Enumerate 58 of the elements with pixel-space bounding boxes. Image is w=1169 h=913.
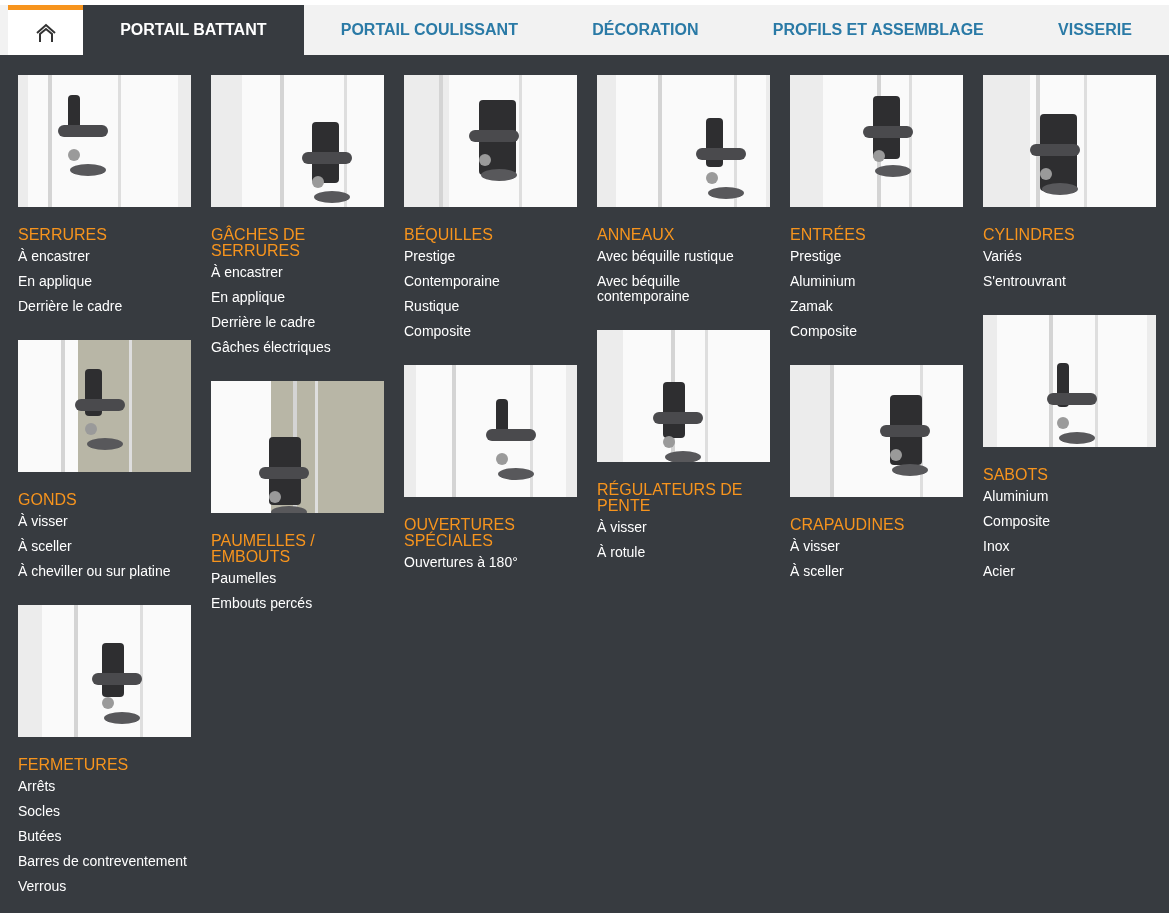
subcategory-link[interactable]: À visser bbox=[790, 539, 963, 554]
category-title[interactable]: BÉQUILLES bbox=[404, 227, 577, 243]
nav-tab[interactable]: PORTAIL COULISSANT bbox=[303, 5, 556, 55]
subcategory-link[interactable]: À encastrer bbox=[211, 265, 384, 280]
subcategory-link[interactable]: Barres de contreventement bbox=[18, 854, 191, 869]
category-title[interactable]: OUVERTURES SPÉCIALES bbox=[404, 517, 577, 549]
subcategory-link[interactable]: À encastrer bbox=[18, 249, 191, 264]
subcategory-link[interactable]: Composite bbox=[404, 324, 577, 339]
nav-tab[interactable]: VISSERIE bbox=[1020, 5, 1169, 55]
category-title[interactable]: ENTRÉES bbox=[790, 227, 963, 243]
category-title[interactable]: CRAPAUDINES bbox=[790, 517, 963, 533]
subcategory-link[interactable]: Arrêts bbox=[18, 779, 191, 794]
category-title[interactable]: GONDS bbox=[18, 492, 191, 508]
subcategory-link[interactable]: À visser bbox=[18, 514, 191, 529]
category-title[interactable]: GÂCHES DE SERRURES bbox=[211, 227, 384, 259]
subcategory-link[interactable]: Derrière le cadre bbox=[211, 315, 384, 330]
subcategory-link[interactable]: Socles bbox=[18, 804, 191, 819]
category-title[interactable]: SABOTS bbox=[983, 467, 1156, 483]
nav-tab[interactable]: PORTAIL BATTANT bbox=[83, 5, 304, 55]
subcategory-link[interactable]: En applique bbox=[18, 274, 191, 289]
home-icon bbox=[34, 22, 57, 45]
subcategory-link[interactable]: Zamak bbox=[790, 299, 963, 314]
home-tab[interactable] bbox=[8, 5, 83, 55]
subcategory-link[interactable]: Ouvertures à 180° bbox=[404, 555, 577, 570]
subcategory-link[interactable]: Paumelles bbox=[211, 571, 384, 586]
subcategory-link[interactable]: À cheviller ou sur platine bbox=[18, 564, 191, 579]
subcategory-link[interactable]: À visser bbox=[597, 520, 770, 535]
subcategory-link[interactable]: Composite bbox=[983, 514, 1156, 529]
subcategory-link[interactable]: Acier bbox=[983, 564, 1156, 579]
subcategory-link[interactable]: S'entrouvrant bbox=[983, 274, 1156, 289]
nav-tab[interactable]: PROFILS ET ASSEMBLAGE bbox=[735, 5, 1021, 55]
subcategory-link[interactable]: En applique bbox=[211, 290, 384, 305]
category-title[interactable]: PAUMELLES / EMBOUTS bbox=[211, 533, 384, 565]
nav-tab[interactable]: DÉCORATION bbox=[555, 5, 736, 55]
subcategory-link[interactable]: Inox bbox=[983, 539, 1156, 554]
subcategory-link[interactable]: Contemporaine bbox=[404, 274, 577, 289]
subcategory-link[interactable]: Prestige bbox=[790, 249, 963, 264]
subcategory-link[interactable]: Aluminium bbox=[790, 274, 963, 289]
subcategory-link[interactable]: Variés bbox=[983, 249, 1156, 264]
subcategory-link[interactable]: Gâches électriques bbox=[211, 340, 384, 355]
category-title[interactable]: FERMETURES bbox=[18, 757, 191, 773]
subcategory-link[interactable]: Butées bbox=[18, 829, 191, 844]
category-title[interactable]: ANNEAUX bbox=[597, 227, 770, 243]
category-title[interactable]: RÉGULATEURS DE PENTE bbox=[597, 482, 770, 514]
subcategory-link[interactable]: Prestige bbox=[404, 249, 577, 264]
category-title[interactable]: SERRURES bbox=[18, 227, 191, 243]
subcategory-link[interactable]: À sceller bbox=[18, 539, 191, 554]
subcategory-link[interactable]: Verrous bbox=[18, 879, 191, 894]
category-title[interactable]: CYLINDRES bbox=[983, 227, 1156, 243]
subcategory-link[interactable]: À rotule bbox=[597, 545, 770, 560]
subcategory-link[interactable]: Aluminium bbox=[983, 489, 1156, 504]
subcategory-link[interactable]: Rustique bbox=[404, 299, 577, 314]
subcategory-link[interactable]: À sceller bbox=[790, 564, 963, 579]
subcategory-link[interactable]: Derrière le cadre bbox=[18, 299, 191, 314]
subcategory-link[interactable]: Avec béquille contemporaine bbox=[597, 274, 770, 304]
subcategory-link[interactable]: Embouts percés bbox=[211, 596, 384, 611]
subcategory-link[interactable]: Composite bbox=[790, 324, 963, 339]
subcategory-link[interactable]: Avec béquille rustique bbox=[597, 249, 770, 264]
